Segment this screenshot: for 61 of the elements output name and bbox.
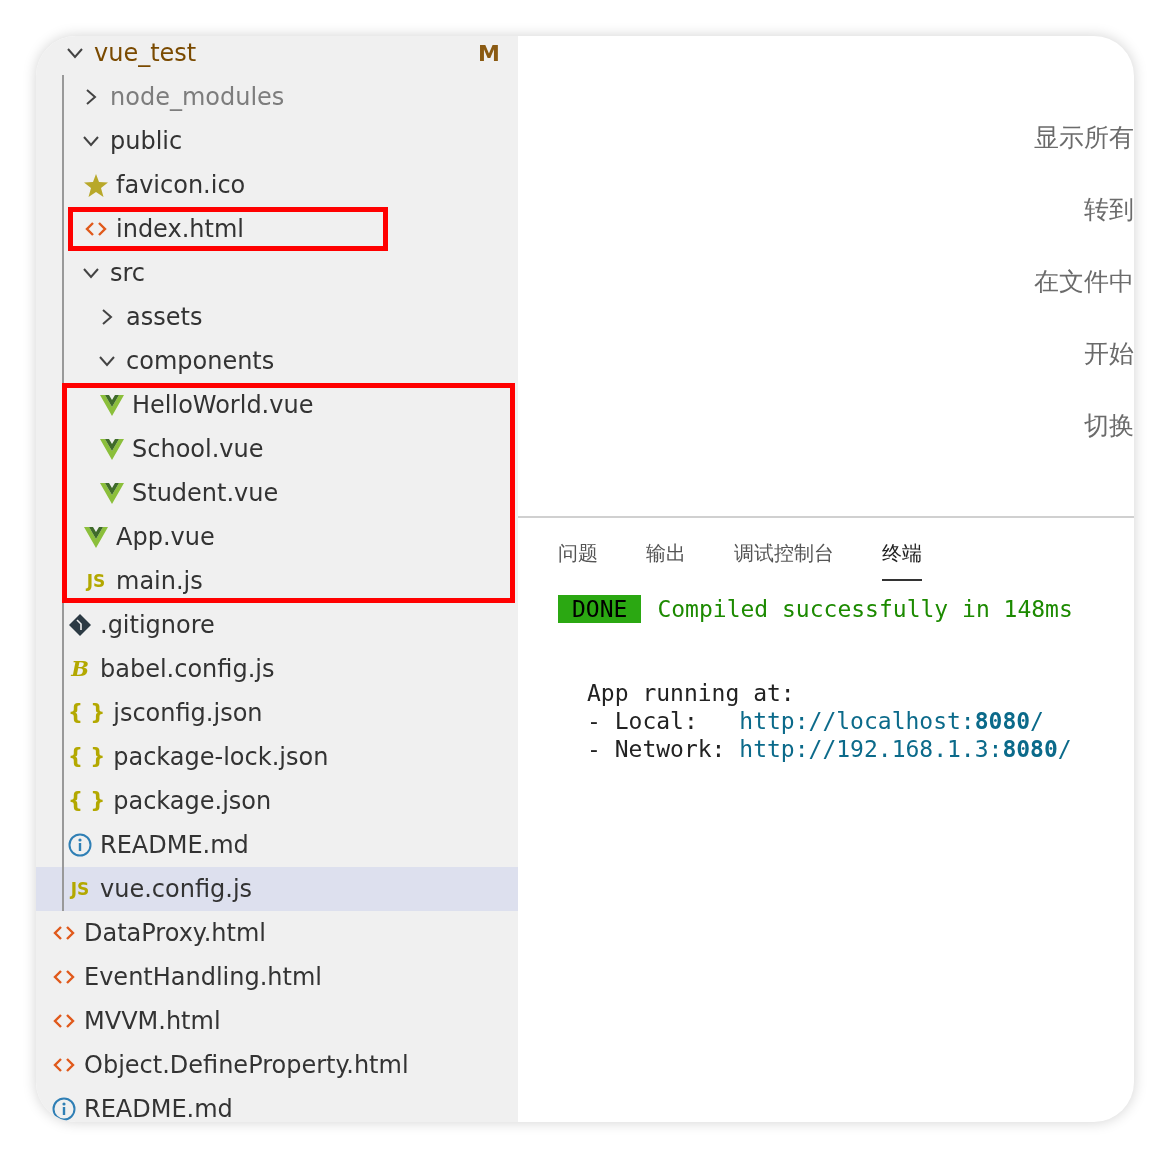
file-item[interactable]: JS vue.config.js bbox=[36, 867, 518, 911]
file-item[interactable]: DataProxy.html bbox=[36, 911, 518, 955]
vue-logo-icon bbox=[84, 526, 108, 548]
js-icon: JS bbox=[84, 570, 108, 592]
folder-item[interactable]: public bbox=[36, 119, 518, 163]
babel-icon: B bbox=[68, 656, 92, 682]
panel-tab[interactable]: 输出 bbox=[646, 538, 686, 581]
file-item[interactable]: JS main.js bbox=[36, 559, 518, 603]
code-brackets-icon bbox=[85, 221, 107, 237]
braces-icon: { } bbox=[68, 788, 106, 814]
command-hint: 在文件中 bbox=[1034, 268, 1134, 296]
star-icon bbox=[84, 173, 108, 197]
file-item[interactable]: Student.vue bbox=[36, 471, 518, 515]
code-brackets-icon bbox=[53, 925, 75, 941]
js-icon: JS bbox=[68, 878, 92, 900]
folder-item[interactable]: vue_test M bbox=[36, 36, 518, 75]
url-link[interactable]: http://192.168.1.3:8080/ bbox=[739, 735, 1072, 763]
panel-tab[interactable]: 调试控制台 bbox=[734, 538, 834, 581]
file-item[interactable]: README.md bbox=[36, 1087, 518, 1122]
command-hint: 开始 bbox=[1084, 340, 1134, 368]
git-status-label: M bbox=[478, 40, 500, 66]
folder-item[interactable]: node_modules bbox=[36, 75, 518, 119]
file-item[interactable]: MVVM.html bbox=[36, 999, 518, 1043]
file-item[interactable]: README.md bbox=[36, 823, 518, 867]
vue-logo-icon bbox=[100, 482, 124, 504]
folder-item[interactable]: components bbox=[36, 339, 518, 383]
code-brackets-icon bbox=[53, 1013, 75, 1029]
git-icon bbox=[68, 613, 92, 637]
file-item[interactable]: favicon.ico bbox=[36, 163, 518, 207]
status-badge: DONE bbox=[558, 595, 642, 623]
vue-logo-icon bbox=[100, 438, 124, 460]
braces-icon: { } bbox=[68, 744, 106, 770]
info-icon bbox=[68, 833, 92, 857]
file-item[interactable]: .gitignore bbox=[36, 603, 518, 647]
code-brackets-icon bbox=[53, 1057, 75, 1073]
panel-tab[interactable]: 问题 bbox=[558, 538, 598, 581]
vue-logo-icon bbox=[100, 394, 124, 416]
braces-icon: { } bbox=[68, 700, 106, 726]
command-hint: 显示所有 bbox=[1034, 124, 1134, 152]
file-item[interactable]: { } package.json bbox=[36, 779, 518, 823]
file-item[interactable]: App.vue bbox=[36, 515, 518, 559]
info-icon bbox=[52, 1097, 76, 1121]
panel-tab[interactable]: 终端 bbox=[882, 538, 922, 581]
file-item[interactable]: EventHandling.html bbox=[36, 955, 518, 999]
code-brackets-icon bbox=[53, 969, 75, 985]
command-hint: 转到 bbox=[1084, 196, 1134, 224]
file-item[interactable]: { } jsconfig.json bbox=[36, 691, 518, 735]
address-label: - Local: bbox=[587, 707, 699, 735]
file-item[interactable]: index.html bbox=[36, 207, 518, 251]
terminal-line: App running at: bbox=[587, 679, 795, 707]
url-link[interactable]: http://localhost:8080/ bbox=[739, 707, 1044, 735]
file-item[interactable]: { } package-lock.json bbox=[36, 735, 518, 779]
file-item[interactable]: B babel.config.js bbox=[36, 647, 518, 691]
status-message: Compiled successfully in 148ms bbox=[657, 595, 1073, 623]
file-item[interactable]: HelloWorld.vue bbox=[36, 383, 518, 427]
command-hint: 切换 bbox=[1084, 412, 1134, 440]
file-item[interactable]: Object.DefineProperty.html bbox=[36, 1043, 518, 1087]
address-label: - Network: bbox=[587, 735, 727, 763]
folder-item[interactable]: assets bbox=[36, 295, 518, 339]
folder-item[interactable]: src bbox=[36, 251, 518, 295]
file-item[interactable]: School.vue bbox=[36, 427, 518, 471]
